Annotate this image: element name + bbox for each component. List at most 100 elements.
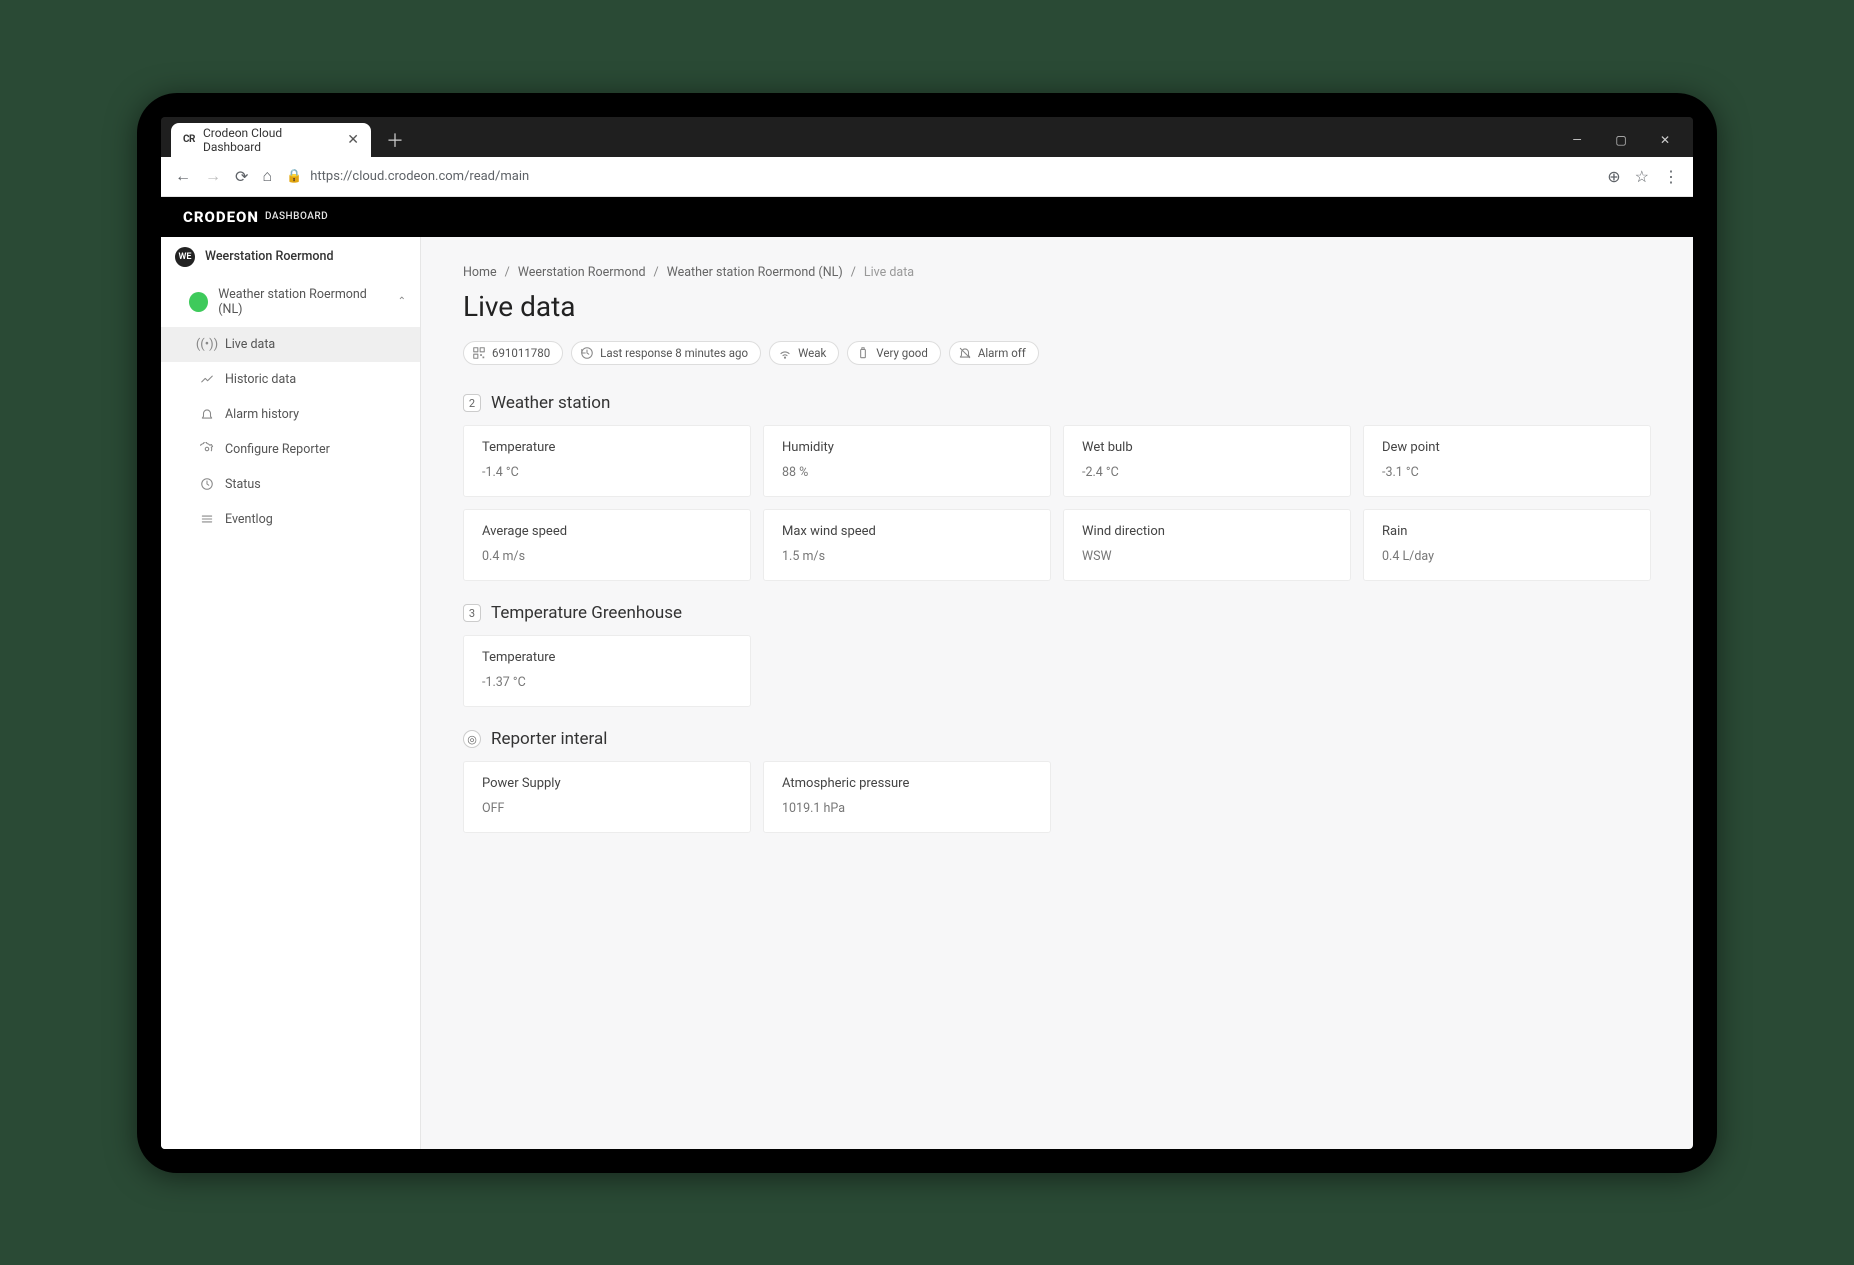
bell-icon [199,407,215,421]
card-value: 1019.1 hPa [782,801,1032,816]
section-badge: ◎ [463,730,481,748]
sidebar-item-status[interactable]: Status [161,467,420,502]
sidebar-item-label: Historic data [225,372,296,387]
url-text[interactable]: https://cloud.crodeon.com/read/main [310,169,529,184]
sidebar-item-eventlog[interactable]: Eventlog [161,502,420,537]
nav-back-icon[interactable]: ← [175,166,191,186]
card-max-wind-speed[interactable]: Max wind speed 1.5 m/s [763,509,1051,581]
browser-address-bar: ← → ⟳ ⌂ 🔒 https://cloud.crodeon.com/read… [161,157,1693,197]
breadcrumb-current: Live data [864,265,914,280]
card-label: Power Supply [482,776,732,791]
org-avatar: WE [175,247,195,267]
station-status-icon [189,292,208,312]
gear-icon [199,442,215,456]
card-label: Temperature [482,440,732,455]
card-greenhouse-temperature[interactable]: Temperature -1.37 °C [463,635,751,707]
card-label: Dew point [1382,440,1632,455]
card-power-supply[interactable]: Power Supply OFF [463,761,751,833]
breadcrumb-item[interactable]: Weerstation Roermond [518,265,646,280]
window-minimize-button[interactable]: ― [1557,123,1597,157]
browser-tab-bar: CR Crodeon Cloud Dashboard ✕ ＋ ― ▢ ✕ [161,117,1693,157]
card-label: Wind direction [1082,524,1332,539]
card-value: -1.37 °C [482,675,732,690]
card-wind-direction[interactable]: Wind direction WSW [1063,509,1351,581]
chart-icon [199,372,215,386]
card-value: -2.4 °C [1082,465,1332,480]
card-value: 1.5 m/s [782,549,1032,564]
card-value: OFF [482,801,732,816]
sidebar-item-label: Eventlog [225,512,273,527]
section-title: Temperature Greenhouse [491,603,682,623]
chevron-up-icon: ⌃ [398,296,406,307]
card-value: -1.4 °C [482,465,732,480]
chip-label: Weak [798,346,826,360]
nav-reload-icon[interactable]: ⟳ [235,167,248,186]
clock-icon [199,477,215,491]
chip-label: 691011780 [492,346,550,360]
card-value: 0.4 L/day [1382,549,1632,564]
window-close-button[interactable]: ✕ [1645,123,1685,157]
main-content: Home/ Weerstation Roermond/ Weather stat… [421,237,1693,1149]
nav-home-icon[interactable]: ⌂ [262,166,272,186]
wifi-icon [778,346,792,361]
tab-title: Crodeon Cloud Dashboard [203,126,339,154]
card-value: 88 % [782,465,1032,480]
chip-serial[interactable]: 691011780 [463,341,563,366]
status-chips: 691011780 Last response 8 minutes ago We… [463,341,1651,366]
sidebar-root[interactable]: WE Weerstation Roermond [161,237,420,277]
card-dew-point[interactable]: Dew point-3.1 °C [1363,425,1651,497]
card-label: Atmospheric pressure [782,776,1032,791]
sidebar-root-label: Weerstation Roermond [205,249,334,264]
card-average-speed[interactable]: Average speed 0.4 m/s [463,509,751,581]
sidebar-item-alarm-history[interactable]: Alarm history [161,397,420,432]
card-label: Temperature [482,650,732,665]
card-value: 0.4 m/s [482,549,732,564]
sidebar-item-configure-reporter[interactable]: Configure Reporter [161,432,420,467]
sidebar: WE Weerstation Roermond Weather station … [161,237,421,1149]
breadcrumb-item[interactable]: Weather station Roermond (NL) [667,265,843,280]
browser-tab[interactable]: CR Crodeon Cloud Dashboard ✕ [171,123,371,157]
card-temperature[interactable]: Temperature -1.4 °C [463,425,751,497]
card-label: Average speed [482,524,732,539]
sidebar-item-historic-data[interactable]: Historic data [161,362,420,397]
live-icon: ((•)) [199,337,215,352]
chip-signal[interactable]: Weak [769,341,839,366]
chip-last-response[interactable]: Last response 8 minutes ago [571,341,761,366]
window-maximize-button[interactable]: ▢ [1601,123,1641,157]
chip-alarm[interactable]: Alarm off [949,341,1039,366]
chip-battery[interactable]: Very good [847,341,941,366]
bell-off-icon [958,346,972,361]
card-label: Wet bulb [1082,440,1332,455]
list-icon [199,512,215,526]
app-header: CRODEON DASHBOARD [161,197,1693,237]
new-tab-button[interactable]: ＋ [381,126,409,154]
sidebar-station[interactable]: Weather station Roermond (NL) ⌃ [161,277,420,327]
sidebar-item-label: Configure Reporter [225,442,330,457]
page-title: Live data [463,290,1651,323]
sidebar-item-label: Status [225,477,261,492]
card-atmospheric-pressure[interactable]: Atmospheric pressure 1019.1 hPa [763,761,1051,833]
card-rain[interactable]: Rain0.4 L/day [1363,509,1651,581]
breadcrumb-item[interactable]: Home [463,265,497,280]
brand-subtitle: DASHBOARD [265,211,328,222]
bookmark-icon[interactable]: ☆ [1635,167,1649,186]
close-tab-icon[interactable]: ✕ [347,132,359,148]
qr-icon [472,346,486,361]
sidebar-item-label: Alarm history [225,407,299,422]
section-title: Weather station [491,393,610,413]
sidebar-item-live-data[interactable]: ((•)) Live data [161,327,420,362]
card-humidity[interactable]: Humidity 88 % [763,425,1051,497]
card-label: Max wind speed [782,524,1032,539]
zoom-icon[interactable]: ⊕ [1607,167,1620,186]
breadcrumb: Home/ Weerstation Roermond/ Weather stat… [463,265,1651,280]
tab-favicon: CR [183,134,195,145]
section-title: Reporter interal [491,729,607,749]
card-label: Humidity [782,440,1032,455]
browser-menu-icon[interactable]: ⋮ [1663,167,1679,186]
history-icon [580,346,594,361]
nav-forward-icon[interactable]: → [205,166,221,186]
brand-name: CRODEON [183,208,259,226]
card-value: WSW [1082,549,1332,564]
card-wet-bulb[interactable]: Wet bulb -2.4 °C [1063,425,1351,497]
section-badge: 3 [463,604,481,622]
